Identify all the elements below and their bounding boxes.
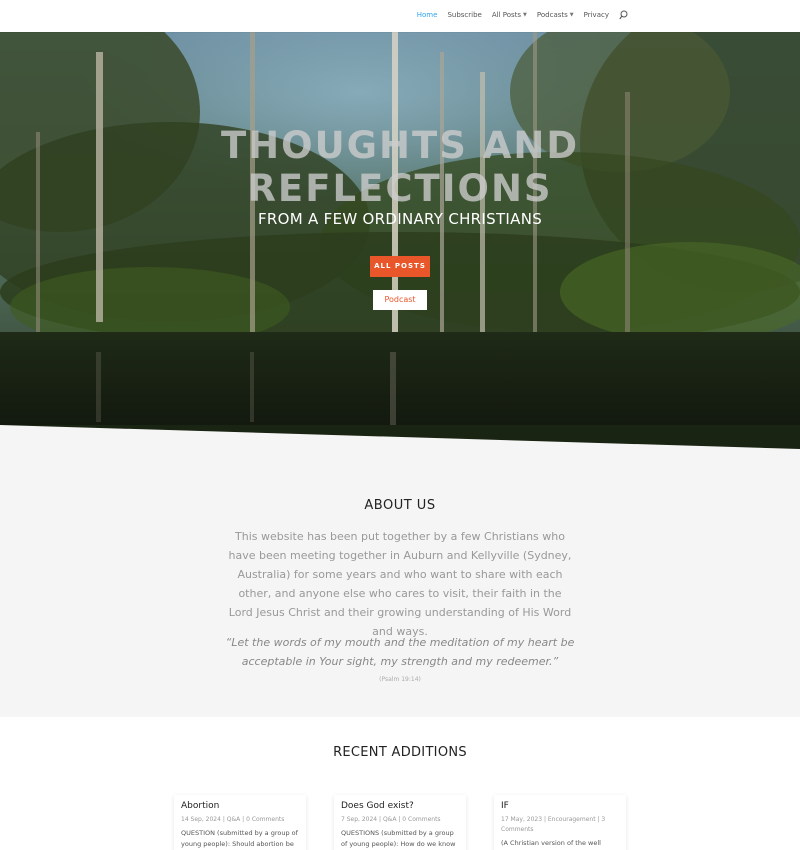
post-excerpt: (A Christian version of the well known [501, 839, 601, 847]
post-card[interactable]: Abortion 14 Sep, 2024 | Q&A | 0 Comments… [174, 795, 306, 850]
section-divider [0, 425, 800, 449]
nav-item-label: All Posts [491, 11, 522, 19]
about-quote: “Let the words of my mouth and the medit… [225, 636, 575, 668]
hero-title-line-1: THOUGHTS AND [220, 124, 580, 167]
about-text: This website has been put together by a … [228, 530, 572, 638]
nav-item-label: Privacy [583, 11, 609, 19]
recent-title: RECENT ADDITIONS [333, 745, 467, 760]
all-posts-button[interactable]: ALL POSTS [370, 256, 430, 277]
hero-title-line-2: REFLECTIONS [247, 167, 553, 210]
search-icon[interactable] [619, 10, 628, 20]
post-meta: 17 May, 2023 | Encouragement | 3 Comment… [501, 816, 606, 833]
about-title: ABOUT US [364, 498, 436, 513]
post-excerpt: QUESTION (submitted by a group of young … [181, 829, 298, 848]
podcast-button[interactable]: Podcast [373, 290, 427, 310]
chevron-down-icon: ▼ [569, 12, 574, 18]
post-title[interactable]: IF [501, 801, 619, 811]
hero-section: THOUGHTS AND REFLECTIONS FROM A FEW ORDI… [0, 32, 800, 452]
post-card[interactable]: Does God exist? 7 Sep, 2024 | Q&A | 0 Co… [334, 795, 466, 850]
quote-reference: (Psalm 19:14) [379, 676, 421, 683]
post-card[interactable]: IF 17 May, 2023 | Encouragement | 3 Comm… [494, 795, 626, 850]
post-excerpt: QUESTIONS (submitted by a group of young… [341, 829, 456, 848]
post-title[interactable]: Does God exist? [341, 801, 459, 811]
main-nav: Home Subscribe All Posts ▼ Podcasts ▼ Priv… [417, 10, 628, 20]
post-meta: 7 Sep, 2024 | Q&A | 0 Comments [341, 816, 441, 823]
chevron-down-icon: ▼ [523, 12, 527, 18]
nav-item-all-posts[interactable]: All Posts ▼ [492, 11, 527, 19]
nav-item-label: Home [416, 11, 438, 19]
recent-additions-section: RECENT ADDITIONS Abortion 14 Sep, 2024 |… [0, 717, 800, 850]
nav-item-privacy[interactable]: Privacy [584, 11, 609, 19]
nav-item-home[interactable]: Home [417, 11, 438, 19]
site-header: Home Subscribe All Posts ▼ Podcasts ▼ Priv… [0, 0, 800, 32]
forest-background-image [0, 32, 800, 452]
nav-item-subscribe[interactable]: Subscribe [447, 11, 481, 19]
about-section: ABOUT US This website has been put toget… [0, 425, 800, 717]
nav-item-podcasts[interactable]: Podcasts ▼ [537, 11, 574, 19]
post-title[interactable]: Abortion [181, 801, 299, 811]
hero-subtitle: FROM A FEW ORDINARY CHRISTIANS [257, 210, 543, 228]
nav-item-label: Subscribe [447, 11, 482, 19]
post-meta: 14 Sep, 2024 | Q&A | 0 Comments [181, 816, 285, 823]
page: Home Subscribe All Posts ▼ Podcasts ▼ Priv… [0, 0, 800, 850]
nav-item-label: Podcasts [536, 11, 568, 19]
hero-title: THOUGHTS AND REFLECTIONS [0, 124, 800, 210]
